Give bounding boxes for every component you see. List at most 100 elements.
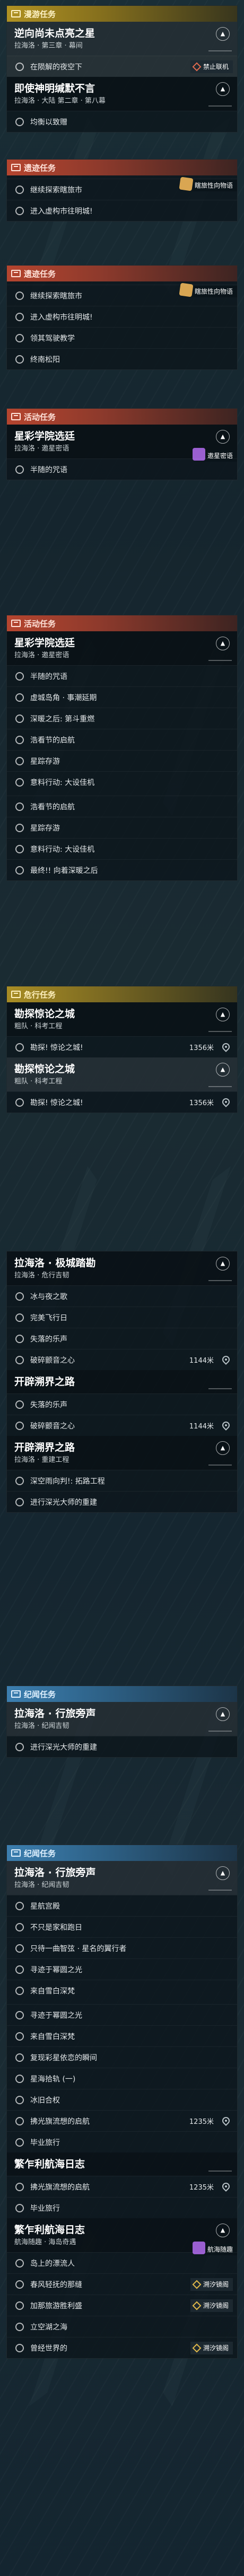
quest-objective[interactable]: 进行深光大师的重建	[7, 1736, 237, 1757]
quest-objective[interactable]: 破碎颤音之心 1144米	[7, 1415, 237, 1436]
quest-card[interactable]: 拉海洛 · 极城踏勘 拉海洛 · 危行吉韧 ▲	[7, 1251, 237, 1285]
collapse-chevron-icon[interactable]: ▲	[216, 1257, 230, 1271]
quest-objective[interactable]: 进入虚构市往明城!	[7, 200, 237, 221]
quest-objective[interactable]: 继续探索瞎旅市	[7, 285, 237, 306]
section-header[interactable]: 漫游任务	[7, 6, 237, 22]
quest-title: 星彩学院选廷	[14, 637, 75, 649]
quest-objective[interactable]: 半随的咒语	[7, 458, 237, 480]
quest-objective[interactable]: 只待一曲智弦 · 星名的翼行者	[7, 1937, 237, 1959]
quest-objective[interactable]: 意料行动: 大设佳机	[7, 771, 237, 792]
quest-objective[interactable]: 毕业旅行	[7, 2197, 237, 2218]
collapse-chevron-icon[interactable]: ▲	[216, 27, 230, 41]
location-pin-icon[interactable]	[221, 2115, 231, 2126]
quest-objective[interactable]: 不只是家和跑日	[7, 1916, 237, 1937]
quest-card[interactable]: 开辟溯界之路 拉海洛 · 重建工程 ▲	[7, 1436, 237, 1470]
quest-objective[interactable]: 星踪存游	[7, 817, 237, 838]
card-divider	[208, 105, 232, 107]
quest-objective[interactable]: 春风轻抚的那缝 溯汐镜阁	[7, 2273, 237, 2295]
collapse-chevron-icon[interactable]: ▲	[216, 1063, 230, 1077]
quest-objective[interactable]: 岛上的漂流人	[7, 2252, 237, 2273]
section-header[interactable]: 遗迹任务	[7, 160, 237, 175]
collapse-chevron-icon[interactable]: ▲	[216, 637, 230, 650]
collapse-chevron-icon[interactable]: ▲	[216, 430, 230, 444]
quest-card[interactable]: 繁乍利航海日志 航海随趣 · 海岛奇遇 ▲ 航海随趣	[7, 2218, 237, 2255]
quest-subtitle: 拉海洛 · 危行吉韧	[14, 1272, 69, 1280]
quest-objective[interactable]: 加那旅游胜利盛 溯汐镜阁	[7, 2295, 237, 2316]
quest-objective[interactable]: 进入虚构市往明城!	[7, 306, 237, 327]
quest-objective[interactable]: 完美飞行日	[7, 1307, 237, 1328]
quest-objective[interactable]: 拂光旗流想的启航 1235米	[7, 2110, 237, 2131]
quest-objective[interactable]: 复现彩星依恋的瞬间	[7, 2046, 237, 2068]
quest-objective[interactable]: 冰旧合权	[7, 2089, 237, 2110]
objective-label: 虚城岛角 · 事潮延期	[30, 693, 97, 702]
quest-objective[interactable]: 来自雪白深梵	[7, 2025, 237, 2046]
quest-objective[interactable]: 星海拾轨 (一)	[7, 2068, 237, 2089]
collapse-chevron-icon[interactable]: ▲	[216, 82, 230, 96]
quest-objective[interactable]: 星踪存游	[7, 750, 237, 771]
location-pin-icon[interactable]	[221, 1042, 231, 1052]
location-pin-icon[interactable]	[221, 1420, 231, 1431]
quest-objective[interactable]: 失落的乐声	[7, 1328, 237, 1349]
quest-objective[interactable]: 星航宫殿	[7, 1895, 237, 1916]
quest-subtitle: 拉海洛 · 重建工程	[14, 1456, 69, 1464]
quest-card[interactable]: 繁乍利航海日志	[7, 2152, 237, 2176]
quest-objective[interactable]: 寻迹于幂圆之光	[7, 2004, 237, 2025]
section-header[interactable]: 活动任务	[7, 409, 237, 425]
collapse-chevron-icon[interactable]: ▲	[216, 1707, 230, 1721]
quest-objective[interactable]: 最终!! 向着深暖之后	[7, 859, 237, 880]
quest-card[interactable]: 开辟溯界之路	[7, 1370, 237, 1393]
quest-objective[interactable]: 来自雪白深梵	[7, 1980, 237, 2001]
quest-card[interactable]: 拉海洛 · 行旅旁声 拉海洛 · 纪闻吉韧 ▲	[7, 1861, 237, 1895]
quest-objective[interactable]: 均衡以致赠	[7, 111, 237, 132]
quest-objective[interactable]: 浩看节的启航	[7, 796, 237, 817]
quest-objective[interactable]: 继续探索瞎旅市	[7, 179, 237, 200]
quest-objective[interactable]: 领其驾驶教学	[7, 327, 237, 348]
quest-objective[interactable]: 深暖之后: 第斗重燃	[7, 708, 237, 729]
quest-objective[interactable]: 失落的乐声	[7, 1393, 237, 1415]
quest-card[interactable]: 拉海洛 · 行旅旁声 拉海洛 · 纪闻吉韧 ▲	[7, 1702, 237, 1736]
quest-objective[interactable]: 在陨解的夜空下 禁止联机	[7, 56, 237, 77]
quest-card[interactable]: 即使神明缄默不言 拉海洛 · 大陆 第二章 · 第八幕 ▲	[7, 77, 237, 111]
quest-objective[interactable]: 进行深光大师的重建	[7, 1491, 237, 1512]
quest-card[interactable]: 勘探惊论之城 粗队 · 科考工程 ▲	[7, 1057, 237, 1091]
quest-card[interactable]: 逆向尚未点亮之星 拉海洛 · 第三章 · 幕间 ▲	[7, 22, 237, 56]
objective-circle-icon	[15, 2183, 24, 2191]
quest-card[interactable]: 星彩学院选廷 拉海洛 · 邀星密语 ▲ 邀星密语	[7, 425, 237, 462]
tag-icon	[192, 62, 202, 72]
objective-distance: 1356米	[189, 1099, 214, 1107]
quest-objective[interactable]: 勘探! 惊论之城! 1356米	[7, 1036, 237, 1057]
quest-objective[interactable]: 意料行动: 大设佳机	[7, 838, 237, 859]
quest-objective[interactable]: 冰与夜之歌	[7, 1285, 237, 1307]
location-pin-icon[interactable]	[221, 1097, 231, 1107]
quest-objective[interactable]: 曾经世界的 溯汐镜阁	[7, 2337, 237, 2358]
quest-objective[interactable]: 浩看节的启航	[7, 729, 237, 750]
section-header[interactable]: 危行任务	[7, 986, 237, 1002]
section-header[interactable]: 遗迹任务	[7, 266, 237, 281]
collapse-chevron-icon[interactable]: ▲	[216, 1441, 230, 1455]
quest-objective[interactable]: 勘探! 惊论之城! 1356米	[7, 1091, 237, 1113]
section-header[interactable]: 纪闻任务	[7, 1845, 237, 1861]
quest-objective[interactable]: 立空湖之海	[7, 2316, 237, 2337]
section-header[interactable]: 活动任务	[7, 615, 237, 631]
quest-card[interactable]: 勘探惊论之城 粗队 · 科考工程 ▲	[7, 1002, 237, 1036]
quest-objective[interactable]: 寻迹于幂圆之光	[7, 1959, 237, 1980]
quest-objective[interactable]: 半随的咒语	[7, 665, 237, 686]
location-pin-icon[interactable]	[221, 1354, 231, 1365]
card-divider	[208, 1890, 232, 1891]
quest-objective[interactable]: 深空雨向判!: 拓路工程	[7, 1470, 237, 1491]
objective-circle-icon	[15, 1965, 24, 1974]
collapse-chevron-icon[interactable]: ▲	[216, 2224, 230, 2237]
quest-objective[interactable]: 拂光旗流想的启航 1235米	[7, 2176, 237, 2197]
objective-circle-icon	[15, 465, 24, 474]
quest-subtitle: 粗队 · 科考工程	[14, 1022, 63, 1030]
quest-objective[interactable]: 毕业旅行	[7, 2131, 237, 2152]
quest-section: 漫游任务 逆向尚未点亮之星 拉海洛 · 第三章 · 幕间 ▲ 在陨解的夜空下 禁止联机 即使…	[6, 5, 238, 133]
quest-card[interactable]: 星彩学院选廷 拉海洛 · 邀星密语 ▲	[7, 631, 237, 665]
quest-objective[interactable]: 终南松阳	[7, 348, 237, 369]
location-pin-icon[interactable]	[221, 2181, 231, 2192]
collapse-chevron-icon[interactable]: ▲	[216, 1008, 230, 1021]
section-header[interactable]: 纪闻任务	[7, 1686, 237, 1702]
collapse-chevron-icon[interactable]: ▲	[216, 1866, 230, 1880]
quest-objective[interactable]: 破碎颤音之心 1144米	[7, 1349, 237, 1370]
quest-objective[interactable]: 虚城岛角 · 事潮延期	[7, 686, 237, 708]
